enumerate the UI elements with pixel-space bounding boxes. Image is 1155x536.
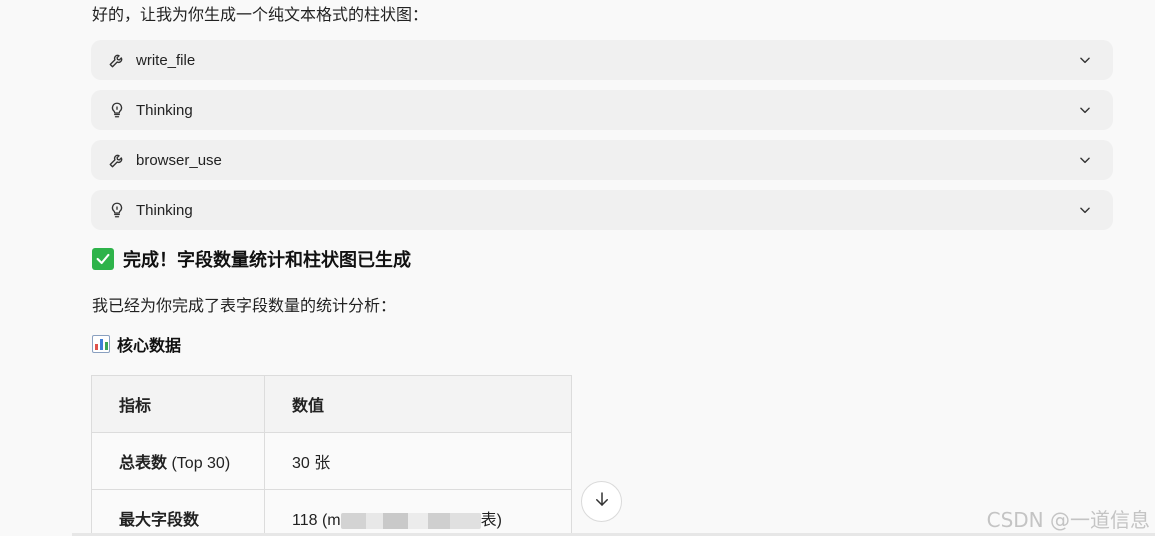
tool-call-label: browser_use <box>136 151 222 169</box>
lightbulb-icon <box>107 200 127 220</box>
scroll-to-bottom-button[interactable] <box>581 481 622 522</box>
chevron-down-icon[interactable] <box>1077 152 1093 168</box>
bar-chart-icon <box>92 335 110 353</box>
done-heading-text: 完成！字段数量统计和柱状图已生成 <box>123 250 411 270</box>
tool-call-write-file[interactable]: write_file <box>91 40 1113 80</box>
chevron-down-icon[interactable] <box>1077 52 1093 68</box>
table-header-cell: 数值 <box>264 375 572 433</box>
table-cell-value: 118 (m 表) <box>264 489 572 536</box>
lightbulb-icon <box>107 100 127 120</box>
table-cell-label: 总表数 (Top 30) <box>91 432 265 490</box>
value-prefix: 118 (m <box>292 512 341 529</box>
table-cell-label: 最大字段数 <box>91 489 265 536</box>
tool-call-browser-use[interactable]: browser_use <box>91 140 1113 180</box>
redacted-text <box>340 512 481 529</box>
tool-call-thinking[interactable]: Thinking <box>91 90 1113 130</box>
label-bold: 最大字段数 <box>119 512 200 529</box>
watermark: CSDN @一道信息 <box>986 508 1150 532</box>
chevron-down-icon[interactable] <box>1077 102 1093 118</box>
value-suffix: 表) <box>480 512 502 529</box>
wrench-icon <box>107 150 127 170</box>
section-heading: 核心数据 <box>92 332 181 356</box>
chevron-down-icon[interactable] <box>1077 202 1093 218</box>
label-bold: 总表数 <box>119 455 168 472</box>
tool-call-label: Thinking <box>136 101 193 119</box>
metrics-table: 指标 数值 总表数 (Top 30) 30 张 最大字段数 118 (m 表) <box>91 375 572 536</box>
label-rest: (Top 30) <box>167 455 231 472</box>
wrench-icon <box>107 50 127 70</box>
chat-page: 好的，让我为你生成一个纯文本格式的柱状图： write_file Thinkin… <box>0 0 1155 536</box>
summary-paragraph: 我已经为你完成了表字段数量的统计分析： <box>92 298 397 315</box>
check-mark-icon <box>92 248 114 270</box>
table-header-cell: 指标 <box>91 375 265 433</box>
intro-text: 好的，让我为你生成一个纯文本格式的柱状图： <box>92 7 429 24</box>
table-row: 总表数 (Top 30) 30 张 <box>91 432 572 490</box>
table-header-row: 指标 数值 <box>91 375 572 433</box>
section-heading-text: 核心数据 <box>117 338 182 355</box>
tool-call-label: write_file <box>136 51 196 69</box>
tool-call-thinking[interactable]: Thinking <box>91 190 1113 230</box>
table-cell-value: 30 张 <box>264 432 572 490</box>
arrow-down-icon <box>593 490 611 513</box>
table-row: 最大字段数 118 (m 表) <box>91 489 572 536</box>
tool-call-label: Thinking <box>136 201 193 219</box>
done-heading: 完成！字段数量统计和柱状图已生成 <box>92 246 411 272</box>
